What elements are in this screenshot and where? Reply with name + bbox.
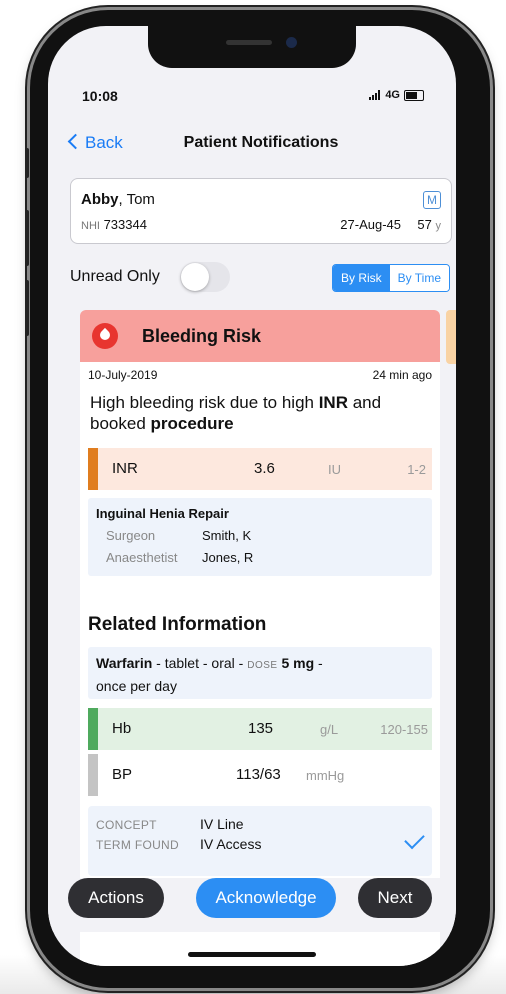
battery-icon (404, 89, 424, 101)
med-route: - oral (198, 655, 235, 671)
message-bold-inr: INR (318, 393, 348, 412)
lab-unit: g/L (320, 722, 339, 737)
anaesthetist-label: Anaesthetist (106, 550, 178, 565)
sort-segmented-control: By Risk By Time (331, 264, 450, 292)
concept-value: IV Line (200, 816, 244, 832)
med-name: Warfarin (96, 655, 153, 671)
unread-only-toggle[interactable] (180, 262, 230, 292)
alert-message: High bleeding risk due to high INR and b… (80, 388, 440, 434)
notch (148, 26, 356, 68)
procedure-card[interactable]: Inguinal Henia Repair Surgeon Smith, K An… (88, 498, 432, 576)
alert-time-ago: 24 min ago (372, 368, 432, 382)
inr-status-bar (88, 448, 98, 490)
page-title: Patient Notifications (183, 134, 339, 151)
med-sep: - (314, 655, 323, 671)
alert-card[interactable]: Bleeding Risk 10-July-2019 24 min ago Hi… (80, 310, 440, 966)
lab-range: 120-155 (380, 722, 428, 737)
lab-value: 135 (248, 720, 274, 737)
lab-unit: mmHg (306, 768, 345, 783)
acknowledge-button[interactable]: Acknowledge (196, 878, 336, 918)
status-time: 10:08 (82, 88, 118, 104)
patient-details: NHI 733344 27-Aug-45 57 y (81, 217, 441, 232)
checkmark-icon[interactable] (404, 828, 425, 850)
next-button[interactable]: Next (358, 878, 432, 918)
alert-date: 10-July-2019 (88, 368, 158, 382)
blood-drop-icon (92, 323, 118, 349)
term-value: IV Access (200, 836, 262, 852)
next-alert-card-peek[interactable] (446, 310, 456, 364)
dose-label: DOSE (247, 660, 278, 671)
lab-name: Hb (112, 720, 132, 737)
concept-label: CONCEPT (96, 818, 157, 832)
related-info-heading: Related Information (88, 614, 267, 635)
status-bar: 10:08 4G (82, 88, 424, 108)
unread-only-label: Unread Only (70, 268, 160, 285)
phone-screen: 10:08 4G Back Patient Notifications Abby… (48, 26, 456, 966)
patient-age: 57 y (417, 217, 441, 232)
lab-name: INR (112, 460, 138, 477)
bp-result-row[interactable]: BP 113/63 mmHg (88, 754, 432, 796)
age-unit: y (435, 220, 442, 232)
term-label: TERM FOUND (96, 838, 179, 852)
nav-bar: Back Patient Notifications (48, 130, 456, 160)
anaesthetist-row: Anaesthetist Jones, R (106, 550, 253, 565)
speaker (226, 40, 272, 45)
lab-range: 1-2 (407, 462, 426, 477)
hb-result-row[interactable]: Hb 135 g/L 120-155 (88, 708, 432, 750)
network-label: 4G (385, 89, 400, 101)
nhi-value: 733344 (103, 217, 147, 232)
mute-switch (25, 148, 29, 178)
volume-down-button (25, 280, 29, 336)
action-bar: Actions Acknowledge Next (48, 878, 456, 932)
med-form: - tablet (152, 655, 199, 671)
signal-icon (369, 90, 381, 100)
age-value: 57 (417, 217, 432, 232)
concept-row: CONCEPT IV Line (96, 816, 244, 832)
message-text: High bleeding risk due to high (90, 393, 319, 412)
surgeon-row: Surgeon Smith, K (106, 528, 251, 543)
status-indicators: 4G (369, 89, 424, 101)
medication-card[interactable]: Warfarin - tablet - oral - DOSE 5 mg - o… (88, 647, 432, 699)
lab-value: 3.6 (254, 460, 275, 477)
lab-name: BP (112, 766, 133, 783)
concept-card[interactable]: CONCEPT IV Line TERM FOUND IV Access (88, 806, 432, 876)
actions-button[interactable]: Actions (68, 878, 164, 918)
inr-result-row[interactable]: INR 3.6 IU 1-2 (88, 448, 432, 490)
patient-card[interactable]: Abby, Tom M NHI 733344 27-Aug-45 57 y (70, 178, 452, 244)
term-row: TERM FOUND IV Access (96, 836, 261, 852)
med-dose: 5 mg (281, 655, 315, 671)
med-frequency: once per day (96, 678, 177, 694)
filter-controls: Unread Only By Risk By Time (70, 262, 450, 296)
front-camera (286, 37, 297, 48)
alert-meta: 10-July-2019 24 min ago (80, 362, 440, 388)
med-sep: - (234, 655, 248, 671)
volume-up-button (25, 210, 29, 266)
patient-surname: Abby (81, 191, 119, 208)
toggle-knob (181, 263, 209, 291)
patient-name: Abby, Tom (81, 191, 155, 208)
sort-by-time[interactable]: By Time (389, 265, 449, 291)
gender-badge: M (423, 191, 441, 209)
surgeon-label: Surgeon (106, 528, 156, 543)
sort-by-risk[interactable]: By Risk (332, 265, 390, 291)
home-indicator[interactable] (188, 952, 316, 957)
lab-unit: IU (328, 462, 341, 477)
bp-status-bar (88, 754, 98, 796)
hb-status-bar (88, 708, 98, 750)
alert-title: Bleeding Risk (142, 326, 262, 346)
patient-given-name: , Tom (118, 191, 155, 208)
message-bold-procedure: procedure (150, 414, 234, 433)
alert-header: Bleeding Risk (80, 310, 440, 362)
surgeon-value: Smith, K (202, 528, 252, 543)
anaesthetist-value: Jones, R (202, 550, 254, 565)
patient-dob: 27-Aug-45 (340, 217, 401, 232)
lab-value: 113/63 (236, 766, 281, 783)
nhi-label: NHI (81, 220, 100, 232)
procedure-title: Inguinal Henia Repair (96, 506, 229, 521)
